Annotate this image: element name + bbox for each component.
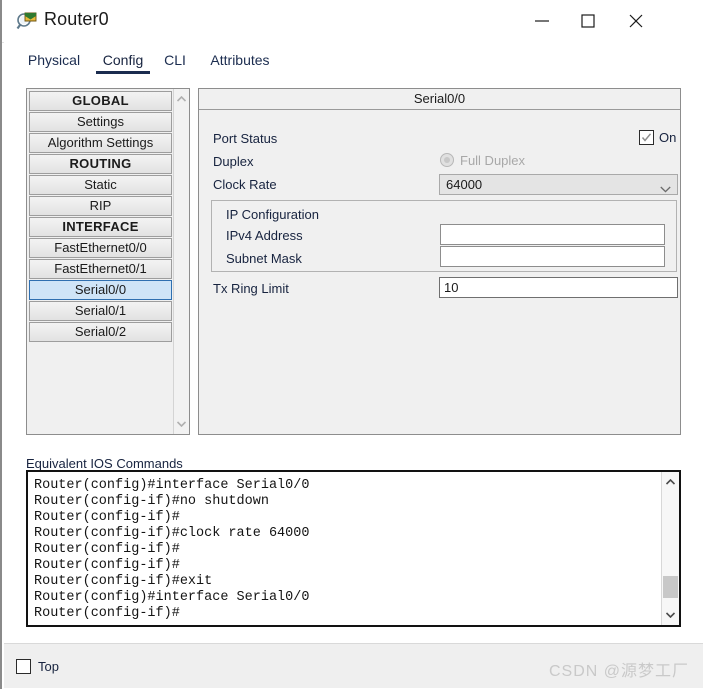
sidebar-header-routing: ROUTING [29, 154, 172, 174]
ip-configuration-label: IP Configuration [226, 207, 319, 222]
sidebar-item-rip[interactable]: RIP [29, 196, 172, 216]
watermark: CSDN @源梦工厂 [548, 663, 689, 680]
maximize-icon[interactable] [565, 0, 611, 42]
tab-cli-label: CLI [164, 52, 186, 68]
sidebar-item-serial0-1-label: Serial0/1 [74, 303, 127, 318]
window-title: Router0 [44, 9, 109, 29]
full-duplex-label: Full Duplex [460, 153, 526, 168]
interface-config-panel: Serial0/0 Port Status On Duplex Full Dup… [198, 88, 681, 435]
equivalent-ios-commands-label: Equivalent IOS Commands [26, 456, 183, 471]
top-checkbox-label: Top [38, 659, 59, 674]
sidebar-item-fastethernet0-0-label: FastEthernet0/0 [54, 240, 147, 255]
scroll-down-icon[interactable] [174, 416, 189, 432]
tab-physical[interactable]: Physical [20, 42, 88, 78]
chevron-down-icon [660, 181, 671, 196]
minimize-icon[interactable] [519, 0, 565, 42]
subnet-mask-input[interactable] [440, 246, 665, 267]
sidebar-header-global-label: GLOBAL [72, 93, 129, 108]
ip-configuration-group: IP Configuration IPv4 Address Subnet Mas… [211, 200, 677, 272]
router-config-window: Router0 Physical Config CLI Attributes G… [0, 0, 703, 689]
port-status-label: Port Status [213, 131, 278, 146]
router-magnifier-icon [16, 10, 38, 32]
sidebar-header-interface-label: INTERFACE [62, 219, 139, 234]
clock-rate-label: Clock Rate [213, 177, 277, 192]
tab-active-underline [96, 71, 150, 74]
tab-cli[interactable]: CLI [156, 42, 194, 78]
tab-config-label: Config [102, 52, 144, 68]
close-icon[interactable] [613, 0, 659, 42]
scroll-up-icon[interactable] [174, 91, 189, 107]
sidebar-item-fastethernet0-0[interactable]: FastEthernet0/0 [29, 238, 172, 258]
sidebar-item-settings[interactable]: Settings [29, 112, 172, 132]
tab-attributes-label: Attributes [210, 52, 270, 68]
tx-ring-limit-label: Tx Ring Limit [213, 281, 289, 296]
full-duplex-radio [440, 153, 454, 167]
sidebar-item-list: GLOBAL Settings Algorithm Settings ROUTI… [27, 89, 176, 343]
sidebar-item-serial0-2-label: Serial0/2 [74, 324, 127, 339]
port-status-checkbox-label: On [659, 130, 677, 145]
tab-physical-label: Physical [27, 52, 81, 68]
clock-rate-dropdown[interactable]: 64000 [439, 174, 678, 195]
title-bar: Router0 [2, 0, 703, 43]
sidebar-header-interface: INTERFACE [29, 217, 172, 237]
duplex-label: Duplex [213, 154, 254, 169]
top-checkbox[interactable] [16, 659, 31, 674]
console-scroll-up-icon[interactable] [662, 474, 679, 490]
console-scroll-thumb[interactable] [663, 576, 678, 598]
sidebar-scrollbar[interactable] [173, 89, 189, 434]
ipv4-address-input[interactable] [440, 224, 665, 245]
tab-bar: Physical Config CLI Attributes [4, 42, 703, 78]
config-sidebar: GLOBAL Settings Algorithm Settings ROUTI… [26, 88, 190, 435]
ios-commands-console[interactable]: Router(config)#interface Serial0/0 Route… [26, 470, 681, 627]
config-body: GLOBAL Settings Algorithm Settings ROUTI… [4, 78, 703, 643]
console-scrollbar[interactable] [661, 472, 679, 625]
tab-config[interactable]: Config [92, 42, 154, 78]
clock-rate-value: 64000 [446, 177, 483, 192]
sidebar-item-static-label: Static [84, 177, 117, 192]
sidebar-item-fastethernet0-1[interactable]: FastEthernet0/1 [29, 259, 172, 279]
sidebar-item-algorithm-settings-label: Algorithm Settings [47, 135, 154, 150]
tx-ring-limit-input[interactable] [439, 277, 678, 298]
port-status-checkbox[interactable] [639, 130, 654, 145]
sidebar-item-settings-label: Settings [77, 114, 124, 129]
sidebar-item-serial0-0-label: Serial0/0 [74, 282, 127, 297]
sidebar-item-static[interactable]: Static [29, 175, 172, 195]
panel-title: Serial0/0 [199, 89, 680, 110]
tab-attributes[interactable]: Attributes [198, 42, 282, 78]
ipv4-address-label: IPv4 Address [226, 228, 303, 243]
window-footer: Top CSDN @源梦工厂 [4, 643, 703, 688]
sidebar-header-global: GLOBAL [29, 91, 172, 111]
sidebar-item-serial0-1[interactable]: Serial0/1 [29, 301, 172, 321]
ios-commands-text: Router(config)#interface Serial0/0 Route… [34, 477, 310, 621]
sidebar-item-fastethernet0-1-label: FastEthernet0/1 [54, 261, 147, 276]
sidebar-item-algorithm-settings[interactable]: Algorithm Settings [29, 133, 172, 153]
sidebar-item-serial0-2[interactable]: Serial0/2 [29, 322, 172, 342]
sidebar-header-routing-label: ROUTING [69, 156, 132, 171]
sidebar-item-serial0-0[interactable]: Serial0/0 [29, 280, 172, 300]
console-scroll-down-icon[interactable] [662, 607, 679, 623]
subnet-mask-label: Subnet Mask [226, 251, 302, 266]
sidebar-item-rip-label: RIP [89, 198, 112, 213]
